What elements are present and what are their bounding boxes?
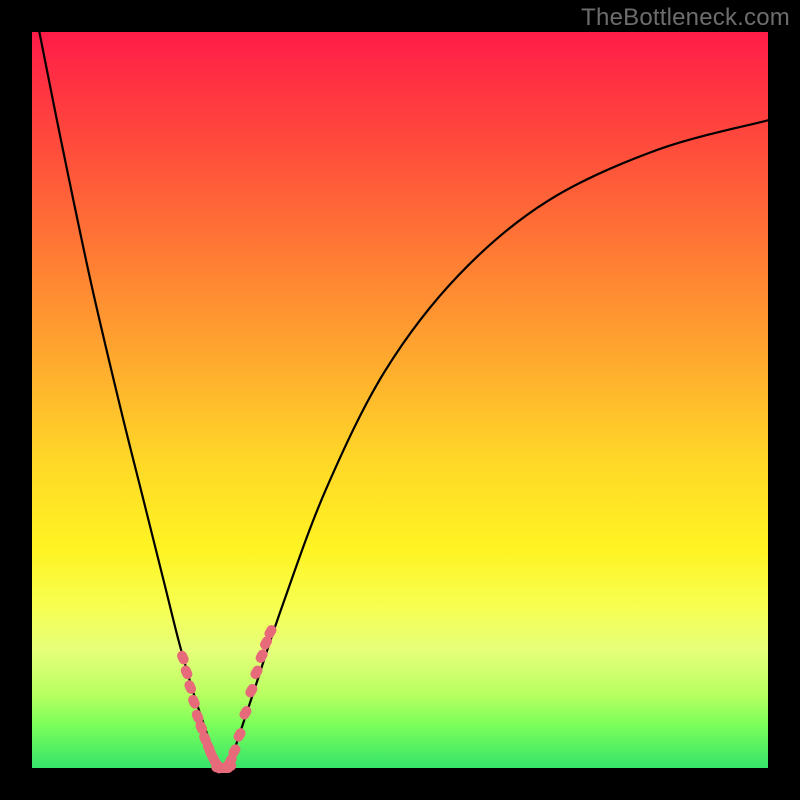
marker-dot (222, 761, 236, 771)
marker-dot (183, 679, 198, 696)
plot-area (32, 32, 768, 768)
outer-frame: TheBottleneck.com (0, 0, 800, 800)
marker-dot (232, 726, 248, 743)
bottleneck-curve (39, 32, 768, 768)
marker-dot (179, 664, 194, 681)
watermark-text: TheBottleneck.com (581, 4, 790, 32)
curve-layer (32, 32, 768, 768)
marker-dot (238, 704, 254, 721)
marker-layer (175, 623, 278, 775)
marker-dot (175, 649, 190, 666)
